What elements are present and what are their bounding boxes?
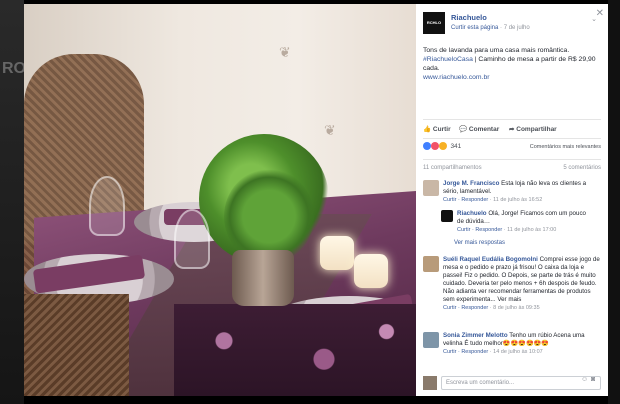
divider <box>423 159 601 160</box>
candle-holder <box>354 254 388 288</box>
website-link[interactable]: www.riachuelo.com.br <box>423 74 489 81</box>
comment-text: Comprei esse jogo de mesa e o pedido e p… <box>443 256 600 303</box>
shares-count[interactable]: 11 compartilhamentos <box>423 165 482 171</box>
share-button-label: Compartilhar <box>516 126 557 133</box>
comment-button-label: Comentar <box>468 126 500 133</box>
chevron-down-icon[interactable]: ⌄ <box>591 15 597 23</box>
avatar[interactable] <box>441 210 453 222</box>
avatar[interactable] <box>423 332 439 348</box>
comment: Suéli Raquel Eudália Bogomolni Comprei e… <box>423 256 601 332</box>
relevance-dropdown[interactable]: Comentários mais relevantes <box>530 144 601 150</box>
hashtag-link[interactable]: #RiachueloCasa <box>423 56 473 63</box>
post-photo[interactable]: ❦ ❦ <box>24 4 416 396</box>
more-replies-link[interactable]: Ver mais respostas <box>454 240 505 246</box>
avatar[interactable] <box>423 180 439 196</box>
avatar <box>423 376 437 390</box>
comment-actions[interactable]: Curtir · Responder <box>457 227 502 233</box>
reply: Riachuelo Olá, Jorge! Ficamos com um pou… <box>441 210 591 238</box>
share-button[interactable]: ➦ Compartilhar <box>509 125 557 133</box>
commenter-name[interactable]: Suéli Raquel Eudália Bogomolni <box>443 256 538 263</box>
love-reaction-icon <box>430 142 439 150</box>
photo-lightbox: RO ❦ ❦ ✕ RCHLO Riachuelo Curtir esta pág… <box>0 0 620 404</box>
page-name[interactable]: Riachuelo <box>451 13 487 22</box>
share-stats: 11 compartilhamentos 5 comentários <box>423 165 601 175</box>
page-logo[interactable]: RCHLO <box>423 12 445 34</box>
like-reaction-icon <box>423 142 431 150</box>
divider <box>423 119 601 120</box>
comment-meta: Curtir · Responder · 8 de julho às 09:35 <box>443 305 540 311</box>
comment-actions[interactable]: Curtir · Responder <box>443 305 488 311</box>
plant-pot <box>232 250 294 306</box>
comment: Jorge M. Francisco Esta loja não leva os… <box>423 180 601 210</box>
comment-time[interactable]: 11 de julho às 16:52 <box>493 197 542 203</box>
wine-glass <box>89 176 125 236</box>
reactions-bar[interactable]: 341 Comentários mais relevantes <box>423 142 601 154</box>
camera-icon[interactable]: ◙ <box>591 376 595 383</box>
commenter-name[interactable]: Riachuelo <box>457 210 487 217</box>
comment-meta: Curtir · Responder · 11 de julho às 17:0… <box>457 227 557 233</box>
comment-actions[interactable]: Curtir · Responder <box>443 349 488 355</box>
background-text: RO <box>2 60 26 77</box>
wine-glass <box>174 209 210 269</box>
comment-time[interactable]: 8 de julho às 09:35 <box>493 305 539 311</box>
divider <box>423 138 601 139</box>
floral-tablecloth <box>174 304 416 396</box>
butterfly-icon: ❦ <box>279 44 291 60</box>
avatar[interactable] <box>423 256 439 272</box>
comment-input[interactable]: Escreva um comentário... <box>441 376 601 390</box>
comment-time[interactable]: 14 de julho às 10:07 <box>493 349 543 355</box>
like-button[interactable]: 👍 Curtir <box>423 125 451 133</box>
like-button-label: Curtir <box>432 126 451 133</box>
dimmed-background: RO <box>0 0 26 404</box>
candle-holder <box>320 236 354 270</box>
comment-meta: Curtir · Responder · 14 de julho às 10:0… <box>443 349 543 355</box>
post-actions: 👍 Curtir 💬 Comentar ➦ Compartilhar <box>423 124 601 136</box>
commenter-name[interactable]: Sonia Zimmer Melotto <box>443 332 508 339</box>
post-date[interactable]: 7 de julho <box>504 25 530 31</box>
post-text: Tons de lavanda para uma casa mais român… <box>423 46 601 82</box>
post-text-line: Tons de lavanda para uma casa mais român… <box>423 47 570 54</box>
comment-time[interactable]: 11 de julho às 17:00 <box>507 227 556 233</box>
comments-count[interactable]: 5 comentários <box>563 165 601 171</box>
like-page-link[interactable]: Curtir esta página <box>451 25 498 31</box>
post-side-panel: ✕ RCHLO Riachuelo Curtir esta página · 7… <box>416 4 608 396</box>
commenter-name[interactable]: Jorge M. Francisco <box>443 180 499 187</box>
reaction-count: 341 <box>450 142 462 150</box>
emoji-icon[interactable]: ☺ <box>581 376 588 383</box>
dimmed-background-right <box>608 0 620 404</box>
comment: Sonia Zimmer Melotto Tenho um rúbio Acen… <box>423 332 601 372</box>
comment-actions[interactable]: Curtir · Responder <box>443 197 488 203</box>
post-meta: Curtir esta página · 7 de julho <box>451 25 530 31</box>
write-comment: Escreva um comentário... ☺ ◙ <box>423 374 601 392</box>
comment-meta: Curtir · Responder · 11 de julho às 16:5… <box>443 197 543 203</box>
chair-seat <box>24 294 129 396</box>
butterfly-icon: ❦ <box>324 122 336 138</box>
post-header: RCHLO Riachuelo Curtir esta página · 7 d… <box>423 12 601 40</box>
comment-button[interactable]: 💬 Comentar <box>459 125 499 133</box>
wow-reaction-icon <box>438 142 447 150</box>
